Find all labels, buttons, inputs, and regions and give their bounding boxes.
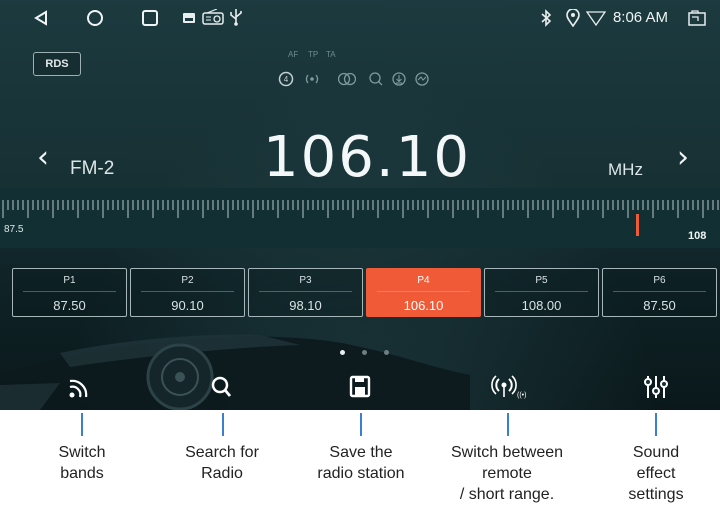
preset-divider bbox=[141, 291, 234, 292]
back-triangle-icon[interactable] bbox=[33, 10, 49, 26]
caption-switch-bands: Switch bands bbox=[58, 444, 106, 482]
callout-line-bands bbox=[81, 413, 83, 436]
preset-divider bbox=[23, 291, 116, 292]
search-icon bbox=[211, 376, 232, 397]
recents-square-icon[interactable] bbox=[141, 9, 159, 27]
sound-settings-button[interactable] bbox=[638, 373, 674, 401]
remote-range-button[interactable]: ((•)) bbox=[490, 373, 526, 401]
preset-name: P5 bbox=[535, 275, 548, 286]
range-low-label: 87.5 bbox=[4, 224, 24, 235]
preset-divider bbox=[613, 291, 706, 292]
page-dot-active[interactable] bbox=[340, 350, 345, 355]
stereo-icon[interactable]: 4 bbox=[278, 71, 294, 87]
location-icon bbox=[566, 9, 580, 27]
caption-sound: Sound effect settings bbox=[628, 444, 684, 503]
screenshot-icon[interactable] bbox=[688, 10, 706, 26]
page-dot[interactable] bbox=[384, 350, 389, 355]
preset-name: P6 bbox=[653, 275, 666, 286]
status-bar: 8:06 AM bbox=[0, 0, 720, 36]
wifi-icon bbox=[586, 11, 606, 26]
bluetooth-icon bbox=[541, 9, 552, 27]
home-circle-icon[interactable] bbox=[86, 9, 104, 27]
picture-icon bbox=[183, 13, 195, 23]
preset-button-5[interactable]: P5 108.00 bbox=[484, 268, 599, 317]
tp-search-icon[interactable] bbox=[368, 71, 384, 87]
svg-text:((•)): ((•)) bbox=[517, 392, 526, 399]
tuning-ruler[interactable] bbox=[0, 188, 720, 248]
signal-icon[interactable] bbox=[303, 72, 321, 86]
preset-frequency: 87.50 bbox=[53, 298, 86, 313]
ta-label: TA bbox=[326, 50, 336, 59]
callout-line-save bbox=[360, 413, 362, 436]
status-time: 8:06 AM bbox=[612, 9, 668, 26]
caption-save: Save the radio station bbox=[317, 444, 405, 482]
band-label: FM-2 bbox=[70, 158, 115, 179]
caption-search: Search for Radio bbox=[185, 444, 259, 482]
prev-station-arrow[interactable]: ‹ bbox=[37, 140, 49, 175]
preset-frequency: 106.10 bbox=[403, 298, 444, 313]
preset-frequency: 90.10 bbox=[171, 298, 204, 313]
tuning-indicator[interactable] bbox=[636, 214, 639, 236]
range-high-label: 108 bbox=[688, 230, 707, 242]
preset-divider bbox=[495, 291, 588, 292]
preset-button-3[interactable]: P3 98.10 bbox=[248, 268, 363, 317]
unit-label: MHz bbox=[608, 160, 643, 179]
next-station-arrow[interactable]: › bbox=[677, 140, 689, 175]
callout-line-sound bbox=[655, 413, 657, 436]
save-icon bbox=[349, 375, 371, 398]
af-label: AF bbox=[288, 50, 299, 59]
preset-button-1[interactable]: P1 87.50 bbox=[12, 268, 127, 317]
caption-range: Switch between remote / short range. bbox=[450, 444, 564, 503]
preset-button-4[interactable]: P4 106.10 bbox=[366, 268, 481, 317]
preset-frequency: 108.00 bbox=[521, 298, 562, 313]
preset-name: P2 bbox=[181, 275, 194, 286]
preset-button-6[interactable]: P6 87.50 bbox=[602, 268, 717, 317]
save-button[interactable] bbox=[342, 373, 378, 401]
preset-frequency: 98.10 bbox=[289, 298, 322, 313]
preset-name: P3 bbox=[299, 275, 312, 286]
ruler-ticks bbox=[2, 200, 719, 236]
af-icon[interactable] bbox=[338, 71, 356, 87]
page-dot[interactable] bbox=[362, 350, 367, 355]
switch-bands-icon bbox=[69, 379, 88, 398]
switch-bands-button[interactable] bbox=[64, 373, 100, 401]
callout-line-range bbox=[507, 413, 509, 436]
search-button[interactable] bbox=[204, 373, 240, 401]
pty-icon[interactable] bbox=[414, 71, 430, 87]
usb-icon bbox=[230, 9, 242, 26]
remote-range-icon: ((•)) bbox=[491, 375, 526, 399]
radio-icon bbox=[202, 9, 224, 25]
preset-divider bbox=[259, 291, 352, 292]
preset-frequency: 87.50 bbox=[643, 298, 676, 313]
tp-label: TP bbox=[308, 50, 319, 59]
preset-name: P4 bbox=[417, 275, 430, 286]
radio-screen: 8:06 AM RDS AF TP TA 4 ‹ FM-2 106.10 MHz… bbox=[0, 0, 720, 410]
preset-button-2[interactable]: P2 90.10 bbox=[130, 268, 245, 317]
rds-button[interactable]: RDS bbox=[33, 52, 81, 76]
callout-line-search bbox=[222, 413, 224, 436]
svg-text:4: 4 bbox=[284, 75, 289, 84]
preset-name: P1 bbox=[63, 275, 76, 286]
preset-divider bbox=[377, 291, 470, 292]
frequency-display: 106.10 bbox=[263, 125, 471, 190]
equalizer-icon bbox=[644, 376, 668, 398]
ta-download-icon[interactable] bbox=[391, 71, 407, 87]
